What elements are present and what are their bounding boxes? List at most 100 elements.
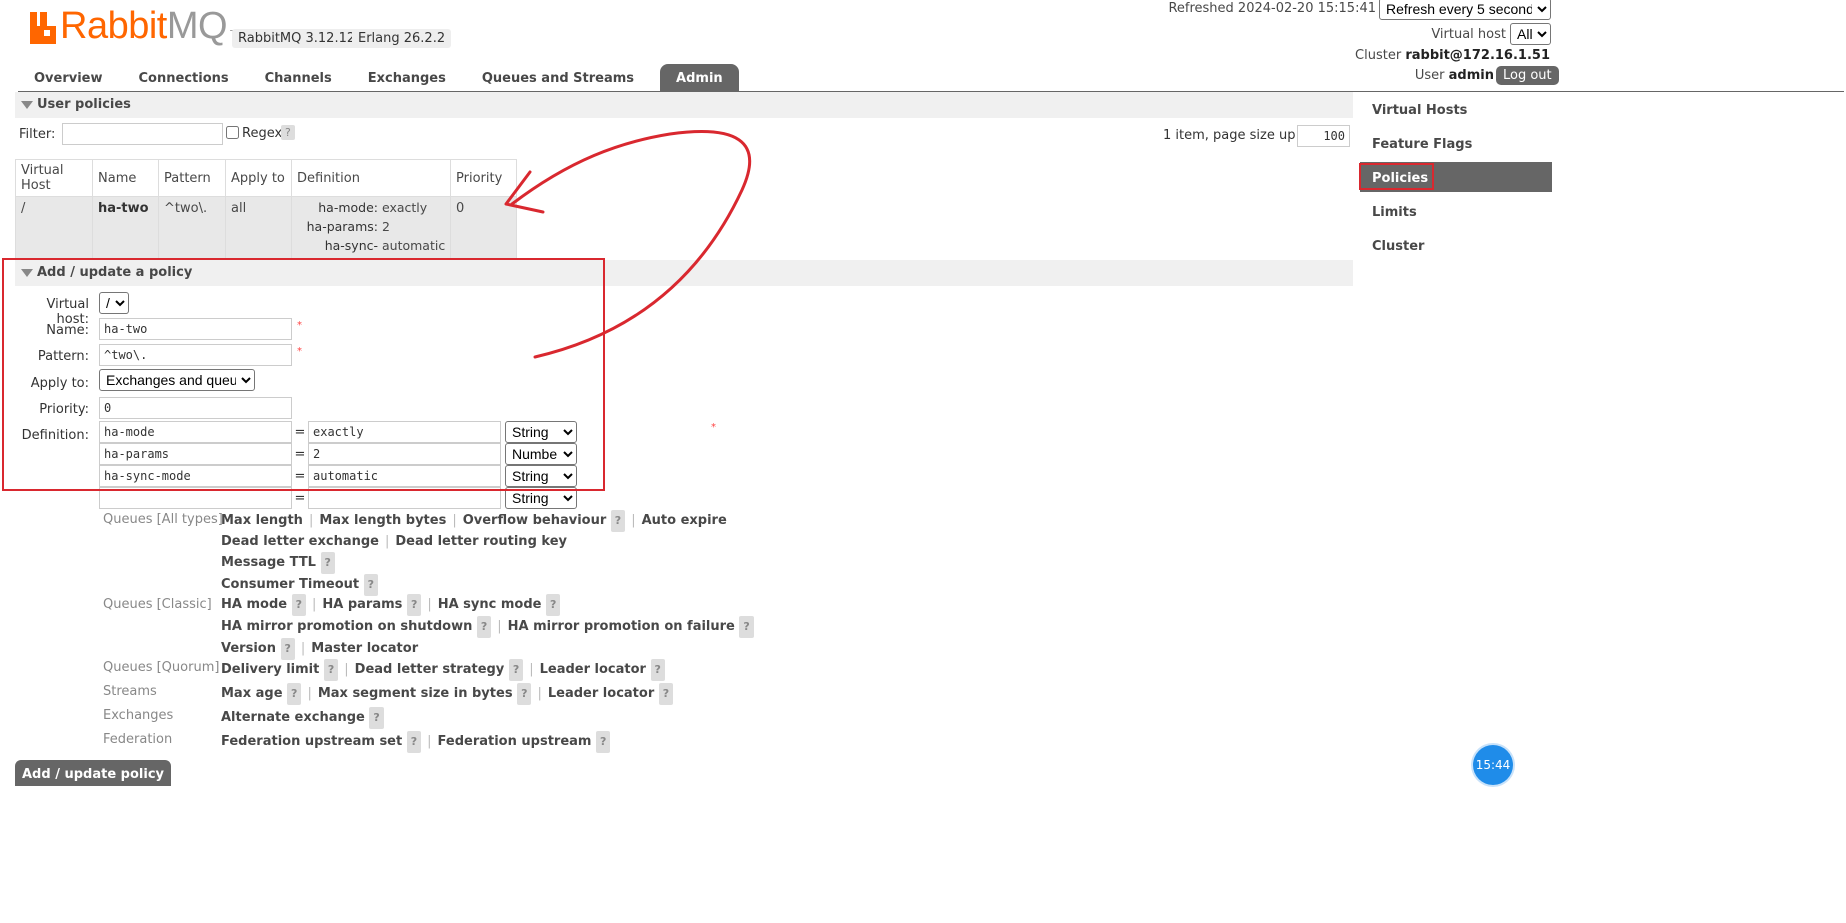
rabbitmq-version-badge: RabbitMQ 3.12.12: [232, 29, 362, 48]
tab-exchanges[interactable]: Exchanges: [352, 64, 462, 91]
annotation-arrow-icon: [504, 130, 752, 359]
tab-connections[interactable]: Connections: [123, 64, 245, 91]
link-ha-sync-mode[interactable]: HA sync mode: [438, 597, 542, 612]
virtual-host-select[interactable]: All: [1510, 23, 1551, 45]
link-leader-locator[interactable]: Leader locator: [540, 662, 646, 677]
help-button[interactable]: ?: [369, 707, 384, 729]
help-button[interactable]: ?: [476, 616, 492, 638]
help-button[interactable]: ?: [595, 731, 611, 753]
link-version[interactable]: Version: [221, 641, 276, 656]
def-key: ha-params:: [306, 219, 378, 234]
category-queues-classic: Queues [Classic]: [103, 597, 212, 612]
link-max-age[interactable]: Max age: [221, 686, 283, 701]
help-button[interactable]: ?: [546, 594, 561, 616]
equals-sign: =: [294, 490, 306, 506]
cluster-info: Cluster rabbit@172.16.1.51: [1355, 48, 1550, 63]
help-button[interactable]: ?: [280, 638, 295, 660]
paging-text: 1 item, page size up to: [1163, 128, 1313, 143]
help-button[interactable]: ?: [517, 683, 532, 705]
category-federation: Federation: [103, 732, 173, 747]
help-button[interactable]: ?: [323, 659, 339, 681]
user-policies-header[interactable]: User policies: [15, 92, 1353, 118]
help-button[interactable]: ?: [320, 552, 335, 574]
help-button[interactable]: ?: [739, 616, 754, 638]
erlang-version-badge: Erlang 26.2.2: [352, 29, 452, 48]
cluster-label: Cluster: [1355, 48, 1402, 63]
def-key: ha-mode:: [318, 200, 378, 215]
tab-admin[interactable]: Admin: [660, 64, 739, 91]
main-nav-tabs: Overview Connections Channels Exchanges …: [18, 64, 743, 91]
def-value: exactly: [382, 200, 428, 215]
queues-all-links: Max length | Max length bytes | Overflow beh…: [221, 510, 727, 596]
regex-label: Regex: [242, 126, 283, 141]
link-stream-leader-locator[interactable]: Leader locator: [548, 686, 654, 701]
sidebar-item-cluster[interactable]: Cluster: [1360, 230, 1552, 260]
link-ha-promotion-shutdown[interactable]: HA mirror promotion on shutdown: [221, 619, 472, 634]
link-max-length[interactable]: Max length: [221, 513, 303, 528]
sidebar-item-limits[interactable]: Limits: [1360, 196, 1552, 226]
link-overflow-behaviour[interactable]: Overflow behaviour: [463, 513, 607, 528]
page-size-input[interactable]: [1297, 125, 1350, 147]
add-update-policy-button[interactable]: Add / update policy: [15, 760, 171, 786]
help-button[interactable]: ?: [610, 510, 626, 532]
link-max-length-bytes[interactable]: Max length bytes: [319, 513, 446, 528]
tab-queues-and-streams[interactable]: Queues and Streams: [466, 64, 650, 91]
link-ha-promotion-failure[interactable]: HA mirror promotion on failure: [508, 619, 735, 634]
streams-links: Max age ? | Max segment size in bytes ? | Le…: [221, 683, 674, 705]
filter-label: Filter:: [19, 127, 56, 142]
help-button[interactable]: ?: [508, 659, 524, 681]
sidebar-item-feature-flags[interactable]: Feature Flags: [1360, 128, 1552, 158]
col-pattern[interactable]: Pattern: [158, 159, 226, 197]
virtual-host-label: Virtual host: [1431, 27, 1506, 42]
filter-input[interactable]: [62, 123, 223, 145]
link-ha-params[interactable]: HA params: [322, 597, 402, 612]
category-queues-all: Queues [All types]: [103, 512, 223, 527]
link-dead-letter-exchange[interactable]: Dead letter exchange: [221, 534, 379, 549]
definition-required-mark: *: [711, 422, 716, 433]
category-streams: Streams: [103, 684, 157, 699]
logo-rabbit: Rabbit: [60, 5, 167, 47]
annotation-box-policies: [1359, 163, 1434, 190]
help-button[interactable]: ?: [287, 683, 302, 705]
help-button[interactable]: ?: [406, 731, 422, 753]
help-button[interactable]: ?: [406, 594, 422, 616]
help-button[interactable]: ?: [363, 574, 379, 596]
regex-checkbox[interactable]: [226, 126, 239, 139]
help-button[interactable]: ?: [650, 659, 665, 681]
col-name[interactable]: Name: [92, 159, 159, 197]
link-master-locator[interactable]: Master locator: [311, 641, 418, 656]
link-consumer-timeout[interactable]: Consumer Timeout: [221, 577, 359, 592]
refresh-interval-select[interactable]: Refresh every 5 seconds: [1379, 0, 1551, 20]
link-federation-upstream[interactable]: Federation upstream: [438, 734, 592, 749]
def-value: 2: [382, 219, 390, 234]
tab-channels[interactable]: Channels: [249, 64, 348, 91]
user-policies-title: User policies: [37, 97, 131, 112]
exchanges-links: Alternate exchange ?: [221, 707, 384, 729]
col-virtual-host[interactable]: Virtual Host: [15, 159, 93, 197]
tab-overview[interactable]: Overview: [18, 64, 119, 91]
link-dead-letter-routing-key[interactable]: Dead letter routing key: [395, 534, 567, 549]
help-button[interactable]: ?: [291, 594, 306, 616]
regex-help-button[interactable]: ?: [281, 125, 295, 140]
link-alternate-exchange[interactable]: Alternate exchange: [221, 710, 365, 725]
sidebar-item-virtual-hosts[interactable]: Virtual Hosts: [1360, 94, 1552, 124]
link-ha-mode[interactable]: HA mode: [221, 597, 287, 612]
link-delivery-limit[interactable]: Delivery limit: [221, 662, 319, 677]
cluster-value: rabbit@172.16.1.51: [1405, 48, 1550, 63]
logout-button[interactable]: Log out: [1496, 66, 1559, 85]
queues-classic-links: HA mode ? | HA params ? | HA sync mode ? HA …: [221, 594, 754, 660]
user-value: admin: [1448, 68, 1494, 83]
collapse-triangle-icon: [21, 101, 33, 109]
link-message-ttl[interactable]: Message TTL: [221, 555, 316, 570]
col-apply-to[interactable]: Apply to: [225, 159, 292, 197]
link-federation-upstream-set[interactable]: Federation upstream set: [221, 734, 402, 749]
link-max-segment-size[interactable]: Max segment size in bytes: [318, 686, 513, 701]
link-dead-letter-strategy[interactable]: Dead letter strategy: [355, 662, 505, 677]
logo-mq: MQ: [166, 5, 228, 47]
help-button[interactable]: ?: [658, 683, 674, 705]
category-exchanges: Exchanges: [103, 708, 174, 723]
user-label: User: [1414, 68, 1445, 83]
col-definition[interactable]: Definition: [291, 159, 451, 197]
federation-links: Federation upstream set ? | Federation ups…: [221, 731, 611, 753]
link-auto-expire[interactable]: Auto expire: [642, 513, 727, 528]
